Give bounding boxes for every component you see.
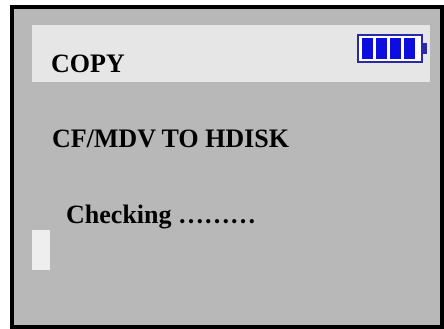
- battery-cell: [376, 38, 387, 59]
- title-bar: COPY: [32, 25, 430, 82]
- status-text: Checking ………: [66, 200, 256, 229]
- battery-cell: [390, 38, 401, 59]
- battery-tip: [423, 43, 427, 54]
- battery-cell: [362, 38, 373, 59]
- progress-bar: [32, 230, 50, 270]
- battery-cell: [404, 38, 415, 59]
- operation-label: CF/MDV TO HDISK: [52, 124, 289, 153]
- device-screen: COPY CF/MDV TO HDISK Checking ………: [10, 5, 444, 329]
- battery-icon: [357, 34, 423, 63]
- screen-title: COPY: [51, 49, 125, 78]
